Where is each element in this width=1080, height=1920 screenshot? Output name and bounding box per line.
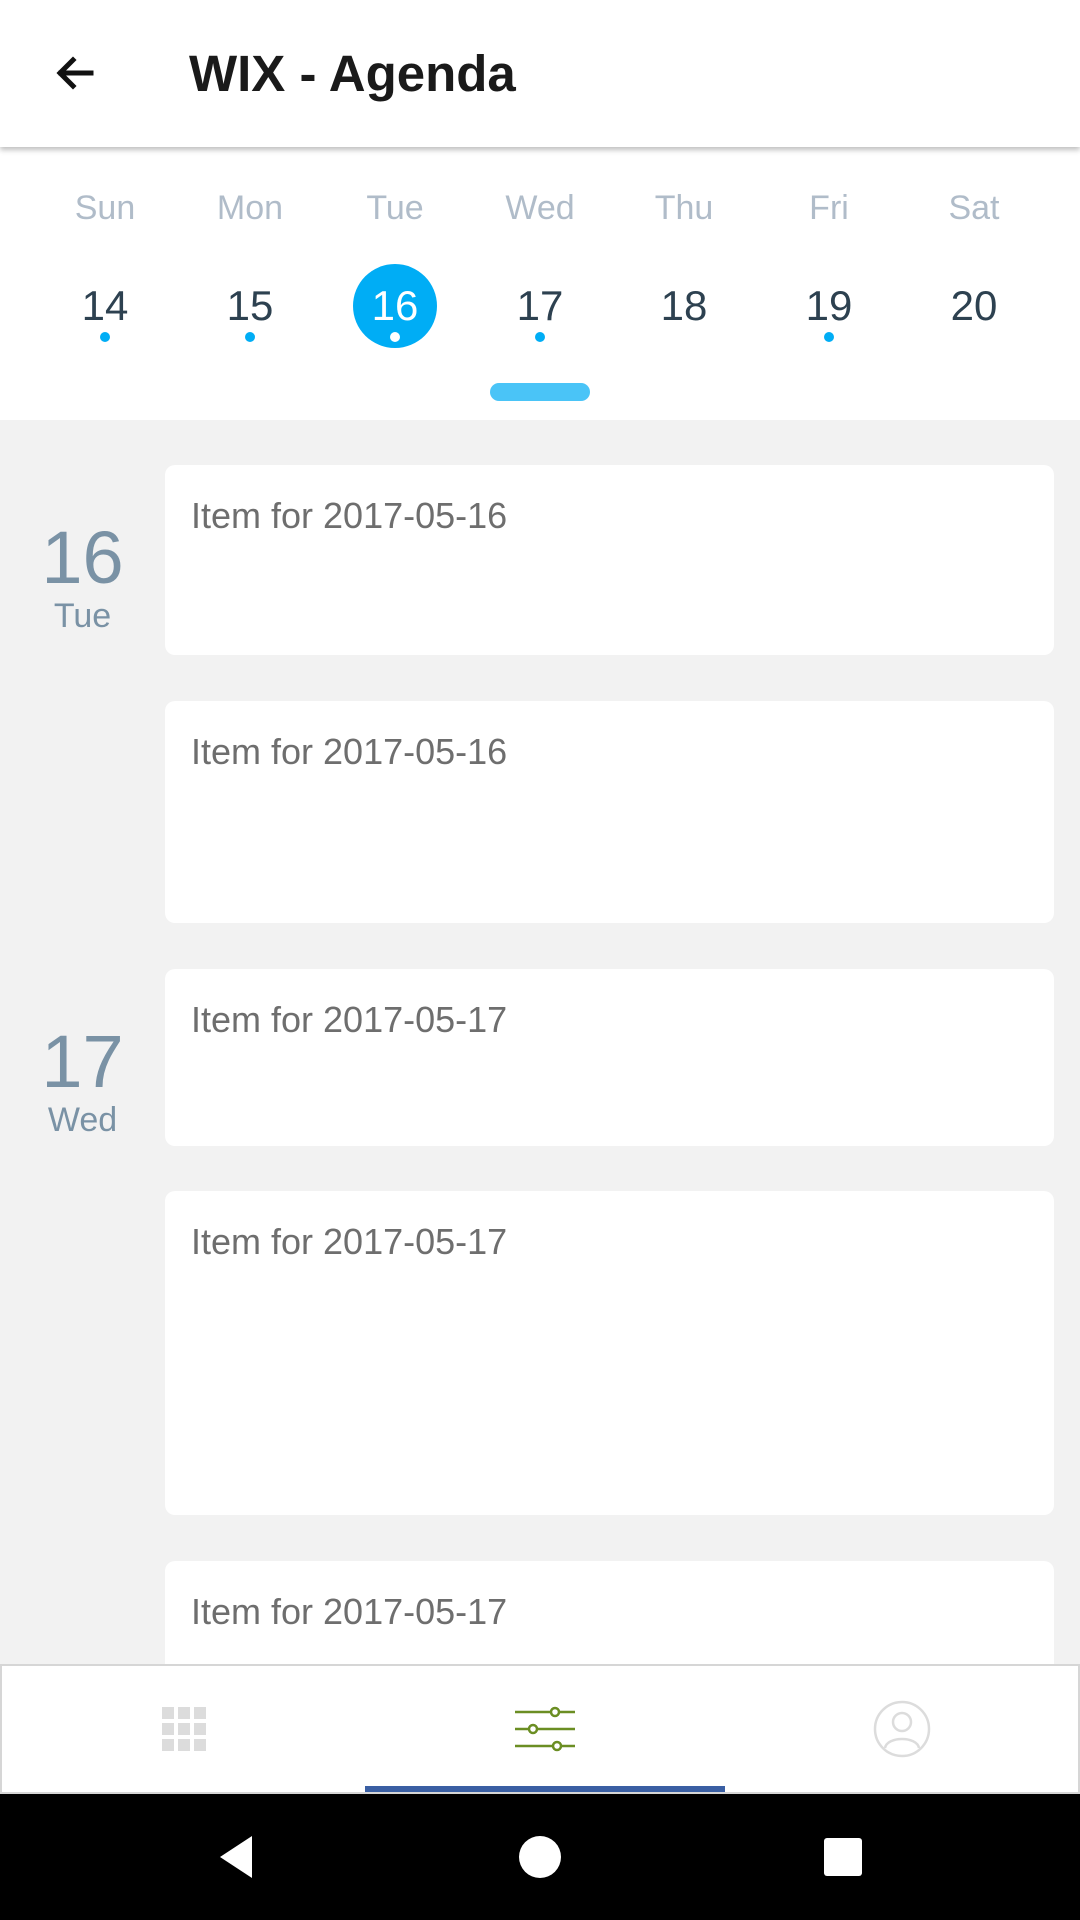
day-name: Sun — [74, 189, 136, 227]
user-icon — [873, 1700, 931, 1758]
agenda-item-text: Item for 2017-05-17 — [191, 1591, 508, 1632]
day-name: Fri — [809, 189, 849, 227]
system-home-button[interactable] — [507, 1824, 573, 1890]
back-triangle-icon — [220, 1836, 252, 1878]
day-number: 18 — [660, 282, 708, 329]
day-number-wrap: 20 — [932, 264, 1016, 348]
day-number-wrap: 17 — [498, 264, 582, 348]
day-number-wrap: 18 — [642, 264, 726, 348]
day-number: 16 — [371, 282, 419, 329]
week-calendar: Sun 14 Mon 15 Tue 16 Wed 17 Thu 18 Fri 1… — [0, 147, 1080, 420]
event-dot — [535, 332, 545, 342]
arrow-left-icon — [56, 56, 94, 90]
date-label-day: Wed — [47, 1101, 118, 1139]
date-label-16: 16 Tue — [20, 516, 145, 635]
day-sun[interactable]: Sun 14 — [33, 147, 177, 420]
date-label-17: 17 Wed — [20, 1020, 145, 1139]
bottom-tab-bar — [0, 1664, 1080, 1794]
agenda-item-text: Item for 2017-05-16 — [191, 731, 508, 772]
event-dot — [824, 332, 834, 342]
system-back-button[interactable] — [203, 1824, 269, 1890]
day-number: 17 — [516, 282, 564, 329]
day-name: Tue — [366, 189, 424, 227]
day-number: 14 — [81, 282, 129, 329]
agenda-item-text: Item for 2017-05-16 — [191, 495, 508, 536]
grid-icon — [162, 1707, 206, 1751]
tab-agenda[interactable] — [365, 1666, 725, 1792]
day-name: Mon — [216, 189, 284, 227]
system-nav-bar — [0, 1794, 1080, 1920]
day-wed[interactable]: Wed 17 — [468, 147, 612, 420]
tab-profile[interactable] — [722, 1666, 1080, 1792]
agenda-item-text: Item for 2017-05-17 — [191, 1221, 508, 1262]
agenda-item[interactable]: Item for 2017-05-16 — [165, 465, 1054, 655]
agenda-item-text: Item for 2017-05-17 — [191, 999, 508, 1040]
date-label-day: Tue — [53, 597, 112, 635]
back-button[interactable] — [40, 38, 110, 108]
day-name: Sat — [948, 189, 1000, 227]
date-label-number: 17 — [41, 1020, 124, 1103]
day-tue[interactable]: Tue 16 — [323, 147, 467, 420]
day-number-wrap: 16 — [353, 264, 437, 348]
day-number: 19 — [805, 282, 853, 329]
day-number-wrap: 14 — [63, 264, 147, 348]
agenda-list[interactable]: 16 Tue Item for 2017-05-16 Item for 2017… — [0, 420, 1080, 1664]
app-bar: WIX - Agenda — [0, 0, 1080, 147]
day-sat[interactable]: Sat 20 — [902, 147, 1046, 420]
day-number: 15 — [226, 282, 274, 329]
agenda-item[interactable]: Item for 2017-05-17 — [165, 1191, 1054, 1515]
page-title: WIX - Agenda — [189, 45, 516, 102]
day-number: 20 — [950, 282, 998, 329]
event-dot — [245, 332, 255, 342]
day-fri[interactable]: Fri 19 — [757, 147, 901, 420]
event-dot — [390, 332, 400, 342]
agenda-item[interactable]: Item for 2017-05-16 — [165, 701, 1054, 923]
active-tab-indicator — [365, 1786, 725, 1792]
event-dot — [100, 332, 110, 342]
day-number-wrap: 19 — [787, 264, 871, 348]
recents-square-icon — [824, 1838, 862, 1876]
sliders-icon — [515, 1706, 575, 1752]
agenda-item[interactable]: Item for 2017-05-17 — [165, 1561, 1054, 1664]
day-mon[interactable]: Mon 15 — [178, 147, 322, 420]
tab-grid[interactable] — [4, 1666, 364, 1792]
day-name: Wed — [505, 189, 575, 227]
system-recents-button[interactable] — [810, 1824, 876, 1890]
agenda-item[interactable]: Item for 2017-05-17 — [165, 969, 1054, 1146]
day-thu[interactable]: Thu 18 — [612, 147, 756, 420]
date-label-number: 16 — [41, 516, 124, 599]
calendar-expand-knob[interactable] — [490, 383, 590, 401]
day-name: Thu — [654, 189, 714, 227]
home-circle-icon — [519, 1836, 561, 1878]
day-number-wrap: 15 — [208, 264, 292, 348]
